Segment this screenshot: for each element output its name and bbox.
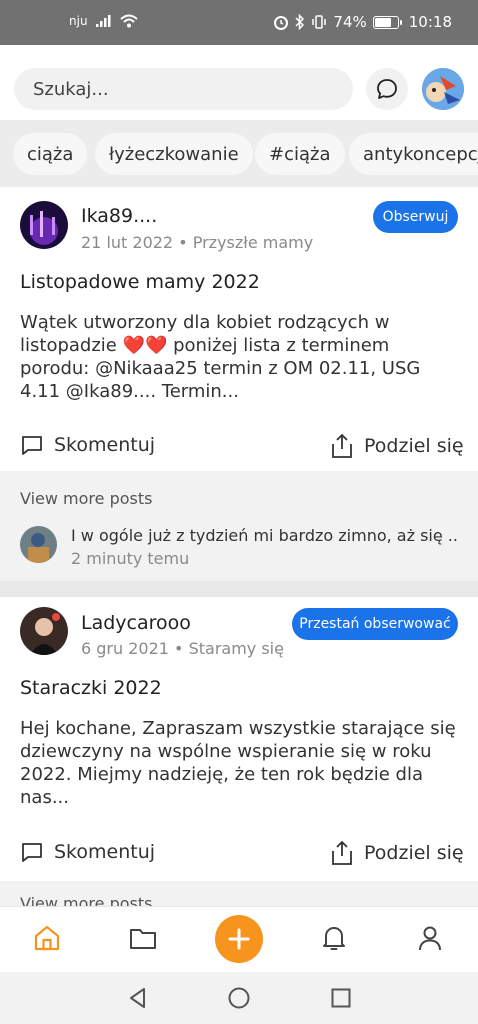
alarm-icon [274,16,289,30]
bottom-nav [0,906,478,972]
post-card: Ika89.... 21 lut 2022 • Przyszłe mamy Ob… [0,187,478,471]
tag-chip[interactable]: antykoncepcja [349,133,478,175]
follow-button[interactable]: Obserwuj [373,201,458,233]
tag-chip[interactable]: łyżeczkowanie [95,133,253,175]
share-label: Podziel się [364,435,464,457]
user-avatar[interactable] [422,68,464,110]
meta-separator: • [174,639,189,658]
comment-icon [22,843,42,862]
view-more-posts-link[interactable]: View more posts [20,489,152,508]
signal-icon [95,15,111,27]
meta-separator: • [178,233,193,252]
reply-avatar[interactable] [20,526,57,563]
share-icon [332,840,352,865]
folder-icon [130,929,156,949]
author-avatar[interactable] [20,607,68,655]
battery-percent: 74% [333,13,367,31]
nav-folder[interactable] [126,921,160,955]
post-group[interactable]: Staramy się [189,639,284,658]
unfollow-button[interactable]: Przestań obserwować [292,608,458,640]
chat-button[interactable] [366,68,408,110]
header: Szukaj... [0,45,478,120]
tag-chip[interactable]: #ciąża [255,133,345,175]
divider [0,581,478,597]
wifi-icon [119,14,138,28]
tag-chip[interactable]: ciąża [13,133,88,175]
search-input[interactable]: Szukaj... [14,68,353,110]
vibrate-icon [312,15,327,29]
comment-icon [22,436,42,455]
nav-profile[interactable] [413,921,447,955]
battery-icon [372,15,402,29]
comment-button[interactable]: Skomentuj [20,840,155,864]
system-nav-bar [0,972,478,1024]
carrier-label: nju [69,14,88,28]
post-body[interactable]: Hej kochane, Zapraszam wszystkie starają… [20,717,460,809]
add-post-button[interactable] [215,915,263,963]
clock: 10:18 [408,13,452,31]
share-label: Podziel się [364,842,464,864]
author-name[interactable]: Ladycarooo [81,612,191,634]
post-body[interactable]: Wątek utworzony dla kobiet rodzących w l… [20,311,460,403]
status-bar: nju 74% 10:18 [0,0,478,45]
post-title[interactable]: Staraczki 2022 [20,677,162,699]
bluetooth-icon [295,14,305,30]
search-placeholder: Szukaj... [33,78,109,100]
reply-time: 2 minuty temu [71,549,190,568]
author-name[interactable]: Ika89.... [81,205,157,227]
post-title[interactable]: Listopadowe mamy 2022 [20,271,260,293]
share-button[interactable]: Podziel się [330,840,464,866]
more-posts-section: View more posts I w ogóle już z tydzień … [0,471,478,581]
comment-button[interactable]: Skomentuj [20,433,155,457]
recents-icon[interactable] [329,986,353,1010]
comment-label: Skomentuj [54,841,156,863]
author-avatar[interactable] [20,201,68,249]
profile-icon [419,926,441,951]
post-card: Ladycarooo 6 gru 2021 • Staramy się Prze… [0,597,478,881]
reply-preview[interactable]: I w ogóle już z tydzień mi bardzo zimno,… [71,526,459,545]
comment-label: Skomentuj [54,434,156,456]
add-icon [228,928,250,950]
post-date: 21 lut 2022 [81,233,174,252]
bell-icon [323,927,345,950]
post-date: 6 gru 2021 [81,639,169,658]
home-circle-icon[interactable] [227,986,251,1010]
back-icon[interactable] [126,986,150,1010]
post-group[interactable]: Przyszłe mamy [193,233,313,252]
chat-bubble-icon [377,79,397,99]
tag-bar: ciąża łyżeczkowanie #ciąża antykoncepcja [0,120,478,187]
nav-home[interactable] [30,921,64,955]
share-button[interactable]: Podziel się [330,433,464,459]
nav-notifications[interactable] [317,921,351,955]
home-icon [34,925,60,951]
share-icon [332,433,352,458]
